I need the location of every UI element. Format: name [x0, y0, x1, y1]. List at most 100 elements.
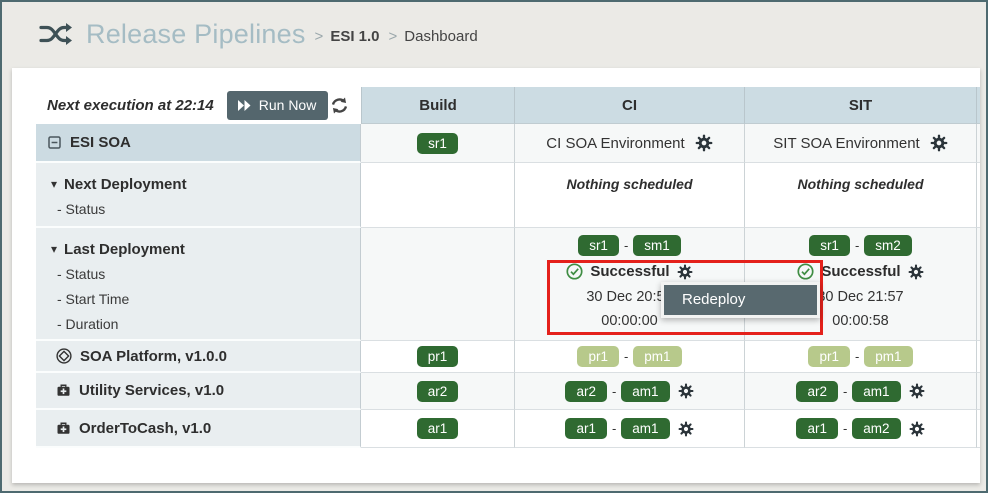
page-title: Release Pipelines — [86, 19, 306, 50]
sit-cell-app: ar2 - am1 — [745, 373, 977, 410]
pipeline-name: ESI SOA — [70, 134, 131, 151]
deployment-status-row: Successful — [797, 261, 923, 282]
gear-icon[interactable] — [678, 421, 694, 437]
version-badge: am1 — [852, 381, 900, 402]
start-time-value: 30 Dec 20:57 — [586, 287, 672, 306]
fast-forward-icon — [238, 100, 251, 111]
breadcrumb-dashboard[interactable]: Dashboard — [404, 28, 477, 45]
duration-value: 00:00:00 — [601, 311, 657, 330]
shuffle-icon — [39, 21, 72, 47]
app-name: Utility Services, v1.0 — [79, 382, 224, 399]
gear-icon[interactable] — [677, 264, 693, 280]
build-cell-pipeline: sr1 — [361, 124, 515, 163]
badge-dash: - — [612, 384, 616, 399]
refresh-icon[interactable] — [330, 96, 349, 115]
build-cell-empty — [361, 228, 515, 341]
version-badge: sr1 — [417, 133, 458, 154]
cut-cell — [977, 373, 980, 410]
version-badge: pm1 — [864, 346, 912, 367]
ci-environment-label: CI SOA Environment — [546, 135, 684, 152]
page-header: Release Pipelines > ESI 1.0 > Dashboard — [2, 2, 986, 66]
deployment-badges: sr1 - sm2 — [809, 235, 912, 256]
next-execution-label: Next execution at 22:14 — [47, 97, 214, 114]
badge-dash: - — [843, 421, 847, 436]
cut-cell — [977, 124, 980, 163]
duration-value: 00:00:58 — [832, 311, 888, 330]
version-badge: pm1 — [633, 346, 681, 367]
ci-cell-app: pr1 - pm1 — [515, 341, 745, 373]
breadcrumb-release[interactable]: ESI 1.0 — [330, 28, 379, 45]
collapse-icon[interactable] — [48, 136, 61, 149]
build-cell-app: ar2 — [361, 373, 515, 410]
gear-icon[interactable] — [908, 264, 924, 280]
cut-cell — [977, 228, 980, 341]
group-title: Last Deployment — [64, 241, 185, 258]
sit-cell-app: ar1 - am2 — [745, 410, 977, 448]
app-row-utility-services: Utility Services, v1.0 — [36, 373, 361, 410]
gear-icon[interactable] — [909, 383, 925, 399]
breadcrumb-separator: > — [389, 28, 398, 45]
version-badge: ar2 — [796, 381, 838, 402]
version-badge: ar2 — [417, 381, 459, 402]
badge-dash: - — [624, 238, 628, 253]
caret-down-icon: ▾ — [51, 242, 57, 256]
column-header-build: Build — [361, 87, 515, 124]
pipeline-table: Next execution at 22:14 Run Now — [36, 87, 980, 448]
gear-icon[interactable] — [930, 134, 948, 152]
app-window: Release Pipelines > ESI 1.0 > Dashboard … — [0, 0, 988, 493]
version-badge: sm1 — [633, 235, 681, 256]
version-badge: ar2 — [565, 381, 607, 402]
version-badge: pr1 — [808, 346, 850, 367]
check-circle-icon — [797, 263, 814, 280]
deployment-badges: sr1 - sm1 — [578, 235, 681, 256]
run-now-label: Run Now — [259, 97, 317, 113]
cut-cell — [977, 410, 980, 448]
version-badge: sr1 — [578, 235, 619, 256]
dashboard-card: Next execution at 22:14 Run Now — [12, 68, 980, 483]
run-now-button[interactable]: Run Now — [227, 91, 329, 120]
gear-icon[interactable] — [695, 134, 713, 152]
menu-item-redeploy[interactable]: Redeploy — [664, 285, 817, 315]
sub-label-start-time: - Start Time — [51, 286, 360, 311]
build-cell-app: pr1 — [361, 341, 515, 373]
gear-icon[interactable] — [678, 383, 694, 399]
caret-down-icon: ▾ — [51, 177, 57, 191]
build-cell-app: ar1 — [361, 410, 515, 448]
version-badge: am2 — [852, 418, 900, 439]
column-header-sit: SIT — [745, 87, 977, 124]
version-badge: ar1 — [565, 418, 607, 439]
ci-cell-app: ar2 - am1 — [515, 373, 745, 410]
ci-environment-cell: CI SOA Environment — [515, 124, 745, 163]
nothing-scheduled-label: Nothing scheduled — [567, 176, 693, 192]
sub-label-duration: - Duration — [51, 311, 360, 336]
badge-dash: - — [855, 238, 859, 253]
build-cell-empty — [361, 163, 515, 228]
last-deployment-title-row[interactable]: ▾ Last Deployment — [51, 237, 360, 261]
deployment-status-row: Successful — [566, 261, 692, 282]
platform-icon — [56, 348, 72, 364]
version-badge: sm2 — [864, 235, 912, 256]
cut-cell — [977, 341, 980, 373]
pipeline-toolbar: Next execution at 22:14 Run Now — [36, 87, 361, 124]
gear-icon[interactable] — [909, 421, 925, 437]
badge-dash: - — [843, 384, 847, 399]
group-title: Next Deployment — [64, 176, 187, 193]
version-badge: ar1 — [796, 418, 838, 439]
version-badge: am1 — [621, 418, 669, 439]
badge-dash: - — [855, 349, 859, 364]
column-header-ci: CI — [515, 87, 745, 124]
version-badge: pr1 — [577, 346, 619, 367]
ci-cell-app: ar1 - am1 — [515, 410, 745, 448]
check-circle-icon — [566, 263, 583, 280]
app-row-ordertocash: OrderToCash, v1.0 — [36, 410, 361, 448]
badge-dash: - — [612, 421, 616, 436]
next-deployment-title-row[interactable]: ▾ Next Deployment — [51, 172, 360, 196]
app-row-soa-platform: SOA Platform, v1.0.0 — [36, 341, 361, 373]
briefcase-plus-icon — [56, 383, 71, 398]
next-deployment-label: ▾ Next Deployment - Status — [36, 163, 361, 228]
start-time-value: 30 Dec 21:57 — [817, 287, 903, 306]
sit-next-status-cell: Nothing scheduled — [745, 163, 977, 228]
version-badge: pr1 — [417, 346, 459, 367]
sit-environment-cell: SIT SOA Environment — [745, 124, 977, 163]
pipeline-row-label[interactable]: ESI SOA — [36, 124, 361, 163]
